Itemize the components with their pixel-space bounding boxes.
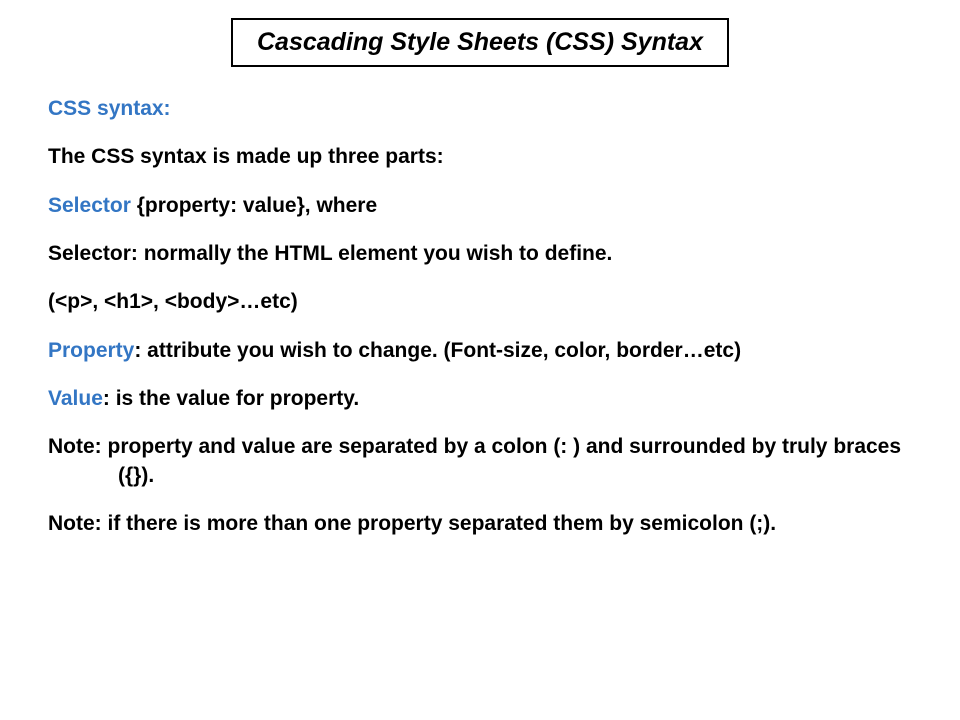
- keyword-property: Property: [48, 339, 134, 362]
- keyword-value: Value: [48, 387, 103, 410]
- text-line: (<p>, <h1>, <body>…etc): [48, 288, 920, 316]
- text-line: Value: is the value for property.: [48, 385, 920, 413]
- text-span: {property: value}, where: [137, 194, 377, 217]
- content-body: CSS syntax: The CSS syntax is made up th…: [40, 95, 920, 538]
- text-line: CSS syntax:: [48, 95, 920, 123]
- text-line: Selector {property: value}, where: [48, 192, 920, 220]
- page-title: Cascading Style Sheets (CSS) Syntax: [257, 28, 703, 57]
- heading-css-syntax: CSS syntax:: [48, 97, 171, 120]
- text-line: Note: property and value are separated b…: [48, 433, 920, 490]
- text-line: Selector: normally the HTML element you …: [48, 240, 920, 268]
- text-line: Note: if there is more than one property…: [48, 510, 920, 538]
- keyword-selector: Selector: [48, 194, 137, 217]
- title-box: Cascading Style Sheets (CSS) Syntax: [231, 18, 729, 67]
- text-span: : attribute you wish to change. (Font-si…: [134, 339, 741, 362]
- text-line: The CSS syntax is made up three parts:: [48, 143, 920, 171]
- text-line: Property: attribute you wish to change. …: [48, 337, 920, 365]
- text-span: : is the value for property.: [103, 387, 359, 410]
